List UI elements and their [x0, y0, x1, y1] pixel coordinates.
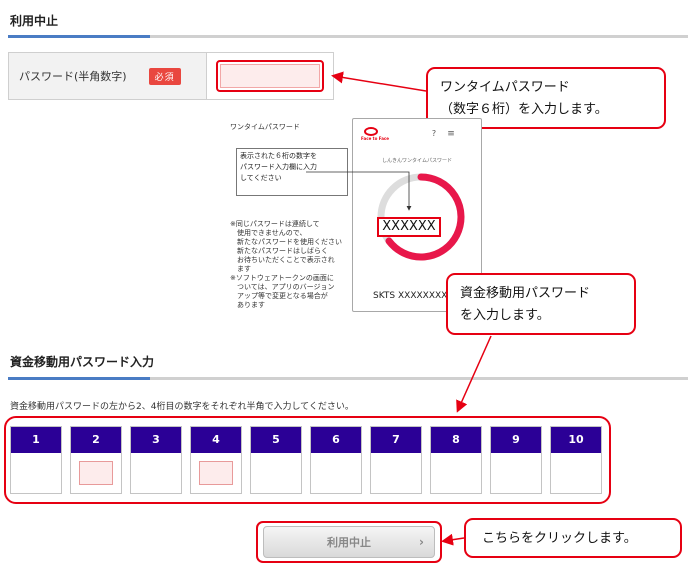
digit-column-10: 10 — [550, 426, 602, 494]
callout-click-text: こちらをクリックします。 — [482, 531, 637, 546]
onetime-password-input[interactable] — [220, 64, 320, 88]
illustration-note-line: あります — [230, 301, 265, 309]
callout-transfer-line2: を入力します。 — [460, 308, 550, 323]
digit-header: 8 — [431, 427, 481, 453]
arrow-to-password — [331, 71, 427, 92]
illustration-note-line: ついては、アプリのバージョン — [230, 283, 335, 291]
help-icon: ? — [431, 129, 437, 138]
section-title-transfer-password: 資金移動用パスワード入力 — [10, 355, 155, 369]
digit-header: 2 — [71, 427, 121, 453]
menu-icon: ≡ — [447, 129, 455, 139]
digit-header: 9 — [491, 427, 541, 453]
cancel-service-button-label: 利用中止 — [327, 536, 371, 549]
illustration-box-line: パスワード入力欄に入力 — [240, 163, 317, 171]
arrow-to-digits — [456, 335, 492, 413]
required-badge: 必須 — [148, 67, 181, 85]
illustration-note-line: 新たなパスワードはしばらく — [230, 247, 328, 255]
digit-header: 1 — [11, 427, 61, 453]
illustration-note-line: ます — [230, 265, 251, 273]
digit-column-3: 3 — [130, 426, 182, 494]
illustration-box-line: 表示された６桁の数字を — [240, 152, 317, 160]
callout-transfer-line1: 資金移動用パスワード — [460, 286, 591, 301]
password-row: パスワード(半角数字) 必須 — [8, 52, 334, 100]
password-label-cell: パスワード(半角数字) 必須 — [9, 53, 207, 99]
section-divider — [8, 35, 688, 38]
digit-header: 5 — [251, 427, 301, 453]
digit-column-9: 9 — [490, 426, 542, 494]
logo-text: Face to Face — [361, 136, 390, 141]
digit-column-1: 1 — [10, 426, 62, 494]
digit-column-5: 5 — [250, 426, 302, 494]
illustration-label: ワンタイムパスワード — [230, 123, 300, 131]
digit-header: 4 — [191, 427, 241, 453]
digit-header: 10 — [551, 427, 601, 453]
digit-header: 6 — [311, 427, 361, 453]
password-input-highlight — [216, 60, 324, 92]
illustration-note-line: ※同じパスワードは連続して — [230, 220, 320, 228]
section-title-cancel: 利用中止 — [10, 14, 59, 28]
digit-column-8: 8 — [430, 426, 482, 494]
illustration-note-line: 新たなパスワードを使用ください — [230, 238, 342, 246]
callout-click: こちらをクリックします。 — [464, 518, 682, 558]
phone-app-title: しんきんワンタイムパスワード — [382, 158, 452, 164]
illustration-instruction-box: 表示された６桁の数字を パスワード入力欄に入力 してください — [236, 148, 348, 196]
digit-input-2[interactable] — [79, 461, 113, 485]
digit-header: 3 — [131, 427, 181, 453]
transfer-password-note: 資金移動用パスワードの左から2、4桁目の数字をそれぞれ半角で入力してください。 — [10, 402, 354, 412]
digit-column-2: 2 — [70, 426, 122, 494]
logo-icon: Face to Face — [361, 127, 390, 141]
illustration-note-line: お待ちいただくことで表示され — [230, 256, 335, 264]
callout-transfer-password: 資金移動用パスワード を入力します。 — [446, 273, 636, 335]
digit-column-6: 6 — [310, 426, 362, 494]
digit-column-7: 7 — [370, 426, 422, 494]
illustration-note-line: ※ソフトウェアトークンの画面に — [230, 274, 334, 282]
digit-header: 7 — [371, 427, 421, 453]
illustration-note-line: 使用できませんので、 — [230, 229, 307, 237]
arrow-to-button — [441, 533, 465, 546]
password-input-cell — [207, 53, 333, 99]
phone-code: XXXXXX — [377, 217, 441, 237]
callout-onetime-line1: ワンタイムパスワード — [440, 80, 570, 95]
digit-input-4[interactable] — [199, 461, 233, 485]
chevron-right-icon: › — [419, 535, 424, 549]
password-label: パスワード(半角数字) — [19, 70, 127, 83]
illustration-box-line: してください — [240, 174, 282, 182]
section-divider — [8, 377, 688, 380]
illustration-note-line: アップ等で変更となる場合が — [230, 292, 328, 300]
phone-serial: SKTS XXXXXXXX — [373, 291, 448, 301]
cancel-service-button[interactable]: 利用中止 › — [263, 526, 435, 558]
illustration-notes: ※同じパスワードは連続して 使用できませんので、 新たなパスワードを使用ください… — [230, 220, 352, 310]
digit-column-4: 4 — [190, 426, 242, 494]
